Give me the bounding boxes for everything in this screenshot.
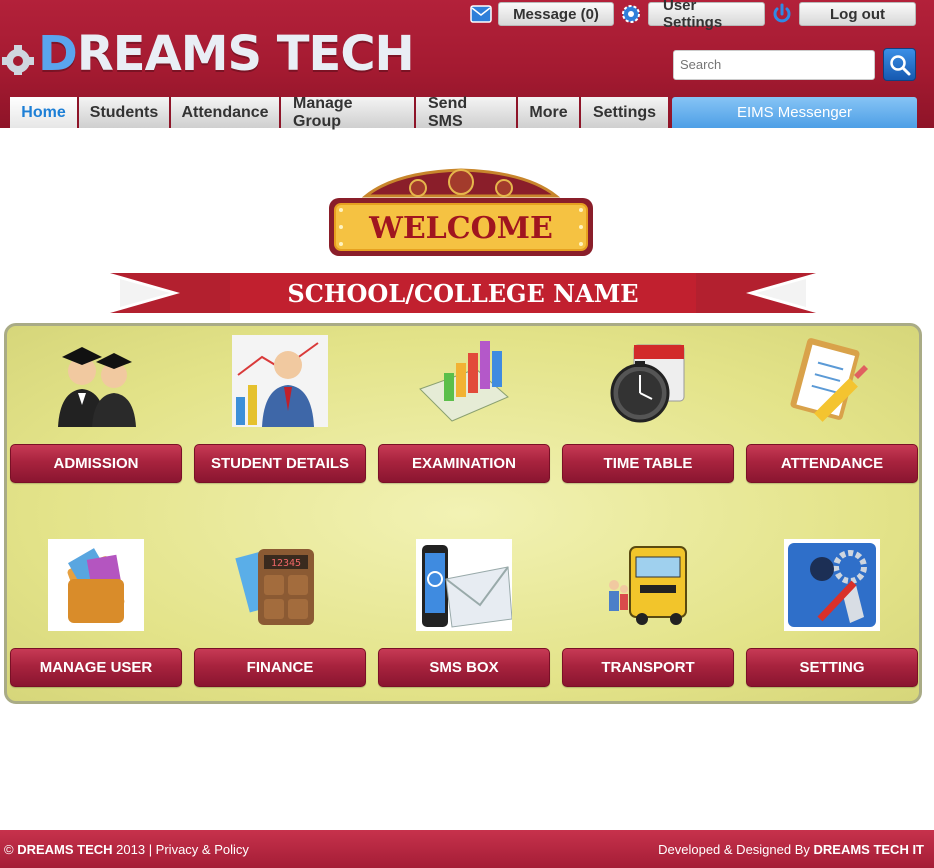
search-icon xyxy=(889,54,910,75)
module-panel: ADMISSION STUDENT DETAILS EXAMINATION TI… xyxy=(4,323,922,704)
logout-button[interactable]: Log out xyxy=(799,2,916,26)
businessman-chart-icon xyxy=(232,335,328,427)
nav-home[interactable]: Home xyxy=(10,97,79,128)
module-transport[interactable]: TRANSPORT xyxy=(562,539,734,689)
bar-chart-icon xyxy=(416,335,512,427)
module-manage-user[interactable]: MANAGE USER xyxy=(10,539,182,689)
school-name-banner: SCHOOL/COLLEGE NAME xyxy=(110,271,816,315)
privacy-policy-link[interactable]: 2013 | Privacy & Policy xyxy=(113,842,249,857)
power-icon xyxy=(771,3,793,25)
svg-text:12345: 12345 xyxy=(271,558,301,569)
module-finance[interactable]: 12345 FINANCE xyxy=(194,539,366,689)
graduates-icon xyxy=(48,335,144,427)
footer-copyright: © DREAMS TECH 2013 | Privacy & Policy xyxy=(4,842,249,857)
wallet-icon xyxy=(48,539,144,631)
top-bar: Message (0) User Settings Log out xyxy=(470,0,916,31)
main-nav: Home Students Attendance Manage Group Se… xyxy=(10,95,668,130)
nav-students[interactable]: Students xyxy=(79,97,171,128)
finance-button[interactable]: FINANCE xyxy=(194,648,366,687)
calculator-icon: 12345 xyxy=(232,539,328,631)
admission-button[interactable]: ADMISSION xyxy=(10,444,182,483)
nav-settings[interactable]: Settings xyxy=(581,97,668,128)
footer: © DREAMS TECH 2013 | Privacy & Policy De… xyxy=(0,830,934,868)
stopwatch-calendar-icon xyxy=(600,335,696,427)
module-sms-box[interactable]: SMS BOX xyxy=(378,539,550,689)
sms-box-button[interactable]: SMS BOX xyxy=(378,648,550,687)
phone-envelope-icon xyxy=(416,539,513,631)
footer-credit: Developed & Designed By DREAMS TECH IT xyxy=(658,842,924,857)
nav-send-sms[interactable]: Send SMS xyxy=(416,95,518,130)
settings-gear-icon xyxy=(620,3,642,25)
module-time-table[interactable]: TIME TABLE xyxy=(562,335,734,487)
nav-attendance[interactable]: Attendance xyxy=(171,97,281,128)
setting-button[interactable]: SETTING xyxy=(746,648,918,687)
transport-button[interactable]: TRANSPORT xyxy=(562,648,734,687)
welcome-sign: WELCOME xyxy=(326,166,596,260)
search-input[interactable] xyxy=(673,49,875,80)
search-bar xyxy=(673,48,916,81)
module-setting[interactable]: SETTING xyxy=(746,539,918,689)
attendance-button[interactable]: ATTENDANCE xyxy=(746,444,918,483)
clipboard-pencil-icon xyxy=(784,335,880,427)
examination-button[interactable]: EXAMINATION xyxy=(378,444,550,483)
manage-user-button[interactable]: MANAGE USER xyxy=(10,648,182,687)
time-table-button[interactable]: TIME TABLE xyxy=(562,444,734,483)
nav-more[interactable]: More xyxy=(518,97,581,128)
school-name: SCHOOL/COLLEGE NAME xyxy=(287,279,638,308)
message-button[interactable]: Message (0) xyxy=(498,2,614,26)
module-admission[interactable]: ADMISSION xyxy=(10,335,182,487)
welcome-title: WELCOME xyxy=(368,211,553,246)
module-attendance[interactable]: ATTENDANCE xyxy=(746,335,918,487)
mail-icon xyxy=(470,3,492,25)
settings-tools-icon xyxy=(784,539,880,631)
module-student-details[interactable]: STUDENT DETAILS xyxy=(194,335,366,487)
gear-logo-icon xyxy=(2,33,38,75)
logo[interactable]: DREAMS TECH xyxy=(2,26,415,82)
logo-text: DREAMS TECH xyxy=(38,26,415,82)
eims-messenger-tab[interactable]: EIMS Messenger xyxy=(672,97,917,128)
school-bus-icon xyxy=(600,539,696,631)
module-examination[interactable]: EXAMINATION xyxy=(378,335,550,487)
search-button[interactable] xyxy=(883,48,916,81)
user-settings-button[interactable]: User Settings xyxy=(648,0,765,31)
nav-manage-group[interactable]: Manage Group xyxy=(281,95,416,130)
student-details-button[interactable]: STUDENT DETAILS xyxy=(194,444,366,483)
header: DREAMS TECH Message (0) User Settings Lo… xyxy=(0,0,934,130)
